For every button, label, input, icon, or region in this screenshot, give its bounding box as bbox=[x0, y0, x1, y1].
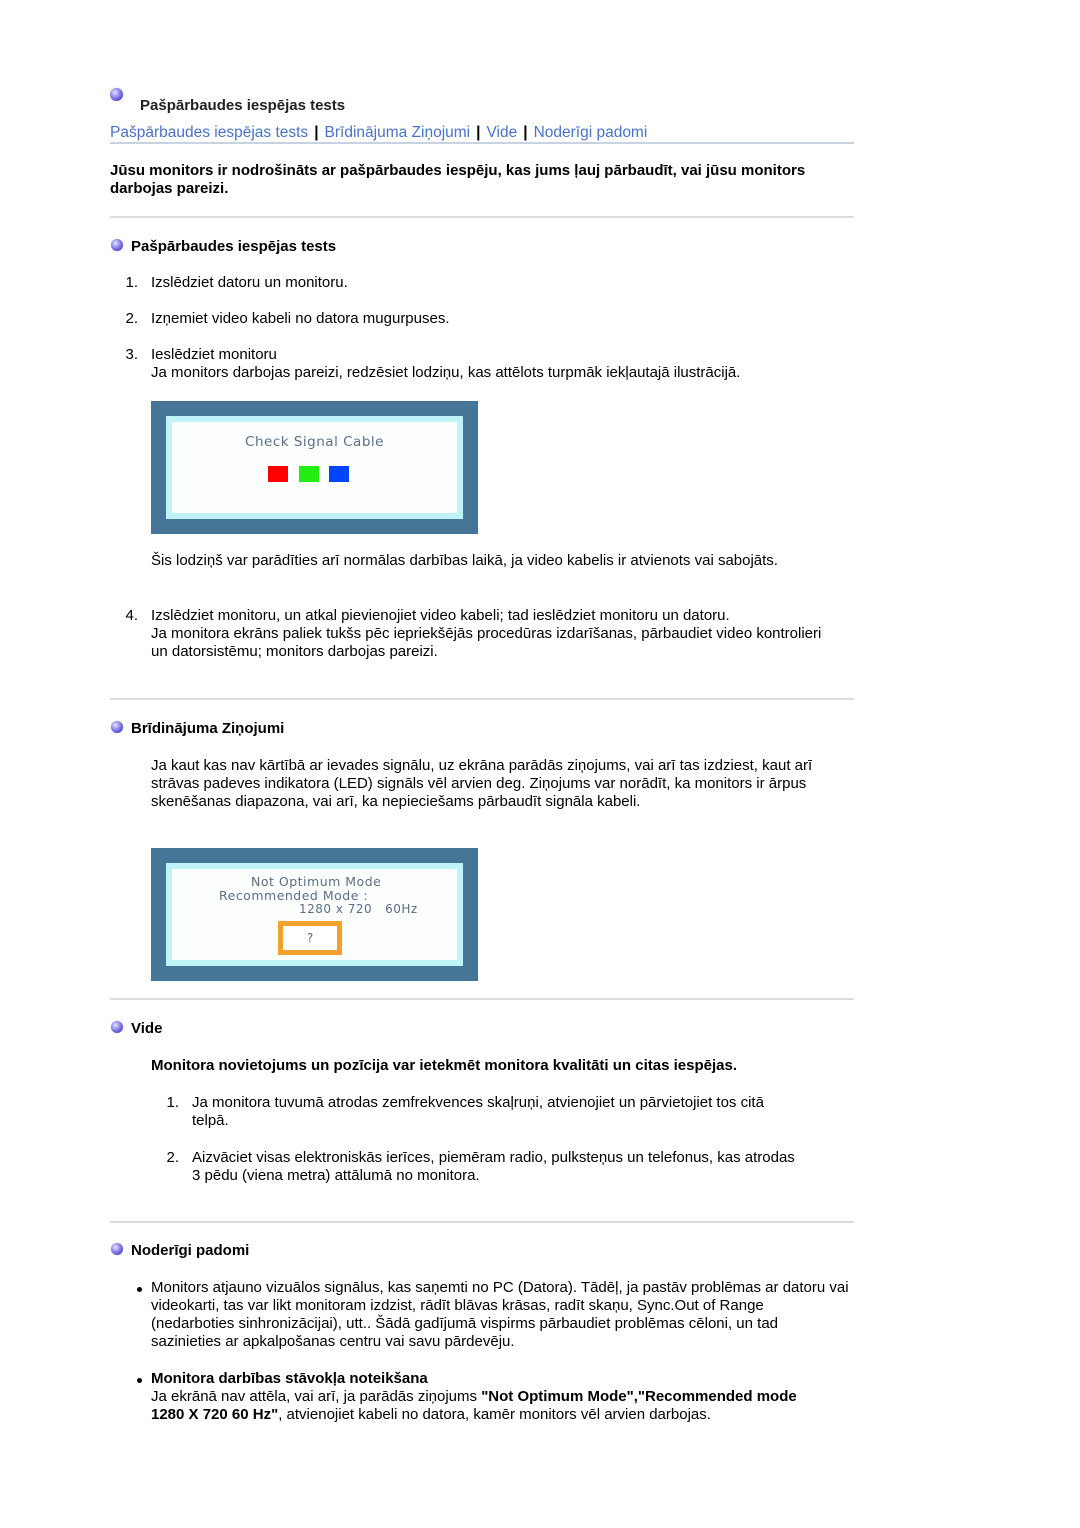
tip-title: Monitora darbības stāvokļa noteikšana bbox=[151, 1370, 428, 1387]
monitor-screen: Not Optimum Mode Recommended Mode : 1280… bbox=[166, 863, 463, 966]
section-divider bbox=[110, 698, 854, 700]
osd-question-button: ? bbox=[278, 921, 342, 955]
nav-link-tips[interactable]: Noderīgi padomi bbox=[534, 124, 648, 141]
monitor-illustration-not-optimum: Not Optimum Mode Recommended Mode : 1280… bbox=[151, 848, 478, 981]
red-square bbox=[268, 466, 288, 482]
section-heading-tips: Noderīgi padomi bbox=[131, 1242, 250, 1259]
osd-line-3: 1280 x 720 60Hz bbox=[299, 902, 418, 916]
nav-separator: | bbox=[314, 124, 319, 141]
tip-text: Ja ekrānā nav attēla, vai arī, ja parādā… bbox=[151, 1388, 861, 1424]
green-square bbox=[299, 466, 319, 482]
bullet-ball-icon bbox=[111, 1021, 123, 1033]
tip-text-post: , atvienojiet kabeli no datora, kamēr mo… bbox=[278, 1406, 711, 1423]
blue-square bbox=[329, 466, 349, 482]
tip-text: Monitors atjauno vizuālos signālus, kas … bbox=[151, 1279, 849, 1350]
step-text: Ieslēdziet monitoru bbox=[151, 346, 277, 363]
bullet-dot-icon bbox=[137, 1378, 142, 1383]
bullet-ball-icon bbox=[111, 721, 123, 733]
step-number: 1. bbox=[125, 274, 138, 291]
section-divider bbox=[110, 1221, 854, 1223]
monitor-illustration-check-signal: Check Signal Cable bbox=[151, 401, 478, 534]
step-number: 2. bbox=[125, 310, 138, 327]
section-nav: Pašpārbaudes iespējas tests | Brīdinājuma … bbox=[110, 124, 647, 142]
bullet-dot-icon bbox=[137, 1287, 142, 1292]
step-text: Izņemiet video kabeli no datora mugurpus… bbox=[151, 310, 450, 327]
nav-separator: | bbox=[523, 124, 528, 141]
section-heading-environment: Vide bbox=[131, 1020, 163, 1037]
osd-message: Check Signal Cable bbox=[245, 434, 384, 450]
step-text: Izslēdziet monitoru, un atkal pievienoji… bbox=[151, 607, 730, 624]
nav-link-environment[interactable]: Vide bbox=[486, 124, 517, 141]
section-divider bbox=[110, 216, 854, 218]
osd-line-1: Not Optimum Mode bbox=[251, 874, 382, 889]
step-text: Izslēdziet datoru un monitoru. bbox=[151, 274, 348, 291]
nav-separator: | bbox=[476, 124, 481, 141]
item-text: Ja monitora tuvumā atrodas zemfrekvences… bbox=[192, 1094, 764, 1129]
bullet-ball-icon bbox=[111, 1243, 123, 1255]
osd-line-2: Recommended Mode : bbox=[219, 888, 369, 903]
step-detail: Ja monitors darbojas pareizi, redzēsiet … bbox=[151, 364, 741, 381]
page-title: Pašpārbaudes iespējas tests bbox=[140, 97, 346, 114]
nav-link-self-test[interactable]: Pašpārbaudes iespējas tests bbox=[110, 124, 308, 141]
note-text: Šis lodziņš var parādīties arī normālas … bbox=[151, 552, 778, 569]
intro-text: Jūsu monitors ir nodrošināts ar pašpārba… bbox=[110, 162, 806, 197]
step-detail: Ja monitora ekrāns paliek tukšs pēc iepr… bbox=[151, 625, 822, 660]
nav-divider bbox=[110, 142, 854, 144]
bullet-ball-icon bbox=[111, 239, 123, 251]
section-heading-self-test: Pašpārbaudes iespējas tests bbox=[131, 238, 337, 255]
bullet-ball-icon bbox=[110, 88, 123, 101]
item-text: Aizvāciet visas elektroniskās ierīces, p… bbox=[192, 1149, 795, 1184]
nav-link-warnings[interactable]: Brīdinājuma Ziņojumi bbox=[325, 124, 471, 141]
warning-text: Ja kaut kas nav kārtībā ar ievades signā… bbox=[151, 757, 813, 810]
tip-text-bold: "Not Optimum Mode","Recommended mode bbox=[481, 1388, 797, 1405]
monitor-screen: Check Signal Cable bbox=[166, 416, 463, 519]
step-number: 4. bbox=[125, 607, 138, 624]
section-heading-warnings: Brīdinājuma Ziņojumi bbox=[131, 720, 285, 737]
tip-text-bold: 1280 X 720 60 Hz" bbox=[151, 1406, 279, 1423]
item-number: 2. bbox=[166, 1149, 179, 1166]
environment-lead: Monitora novietojums un pozīcija var iet… bbox=[151, 1057, 737, 1074]
item-number: 1. bbox=[166, 1094, 179, 1111]
section-divider bbox=[110, 998, 854, 1000]
step-number: 3. bbox=[125, 346, 138, 363]
tip-text-pre: Ja ekrānā nav attēla, vai arī, ja parādā… bbox=[151, 1388, 482, 1405]
